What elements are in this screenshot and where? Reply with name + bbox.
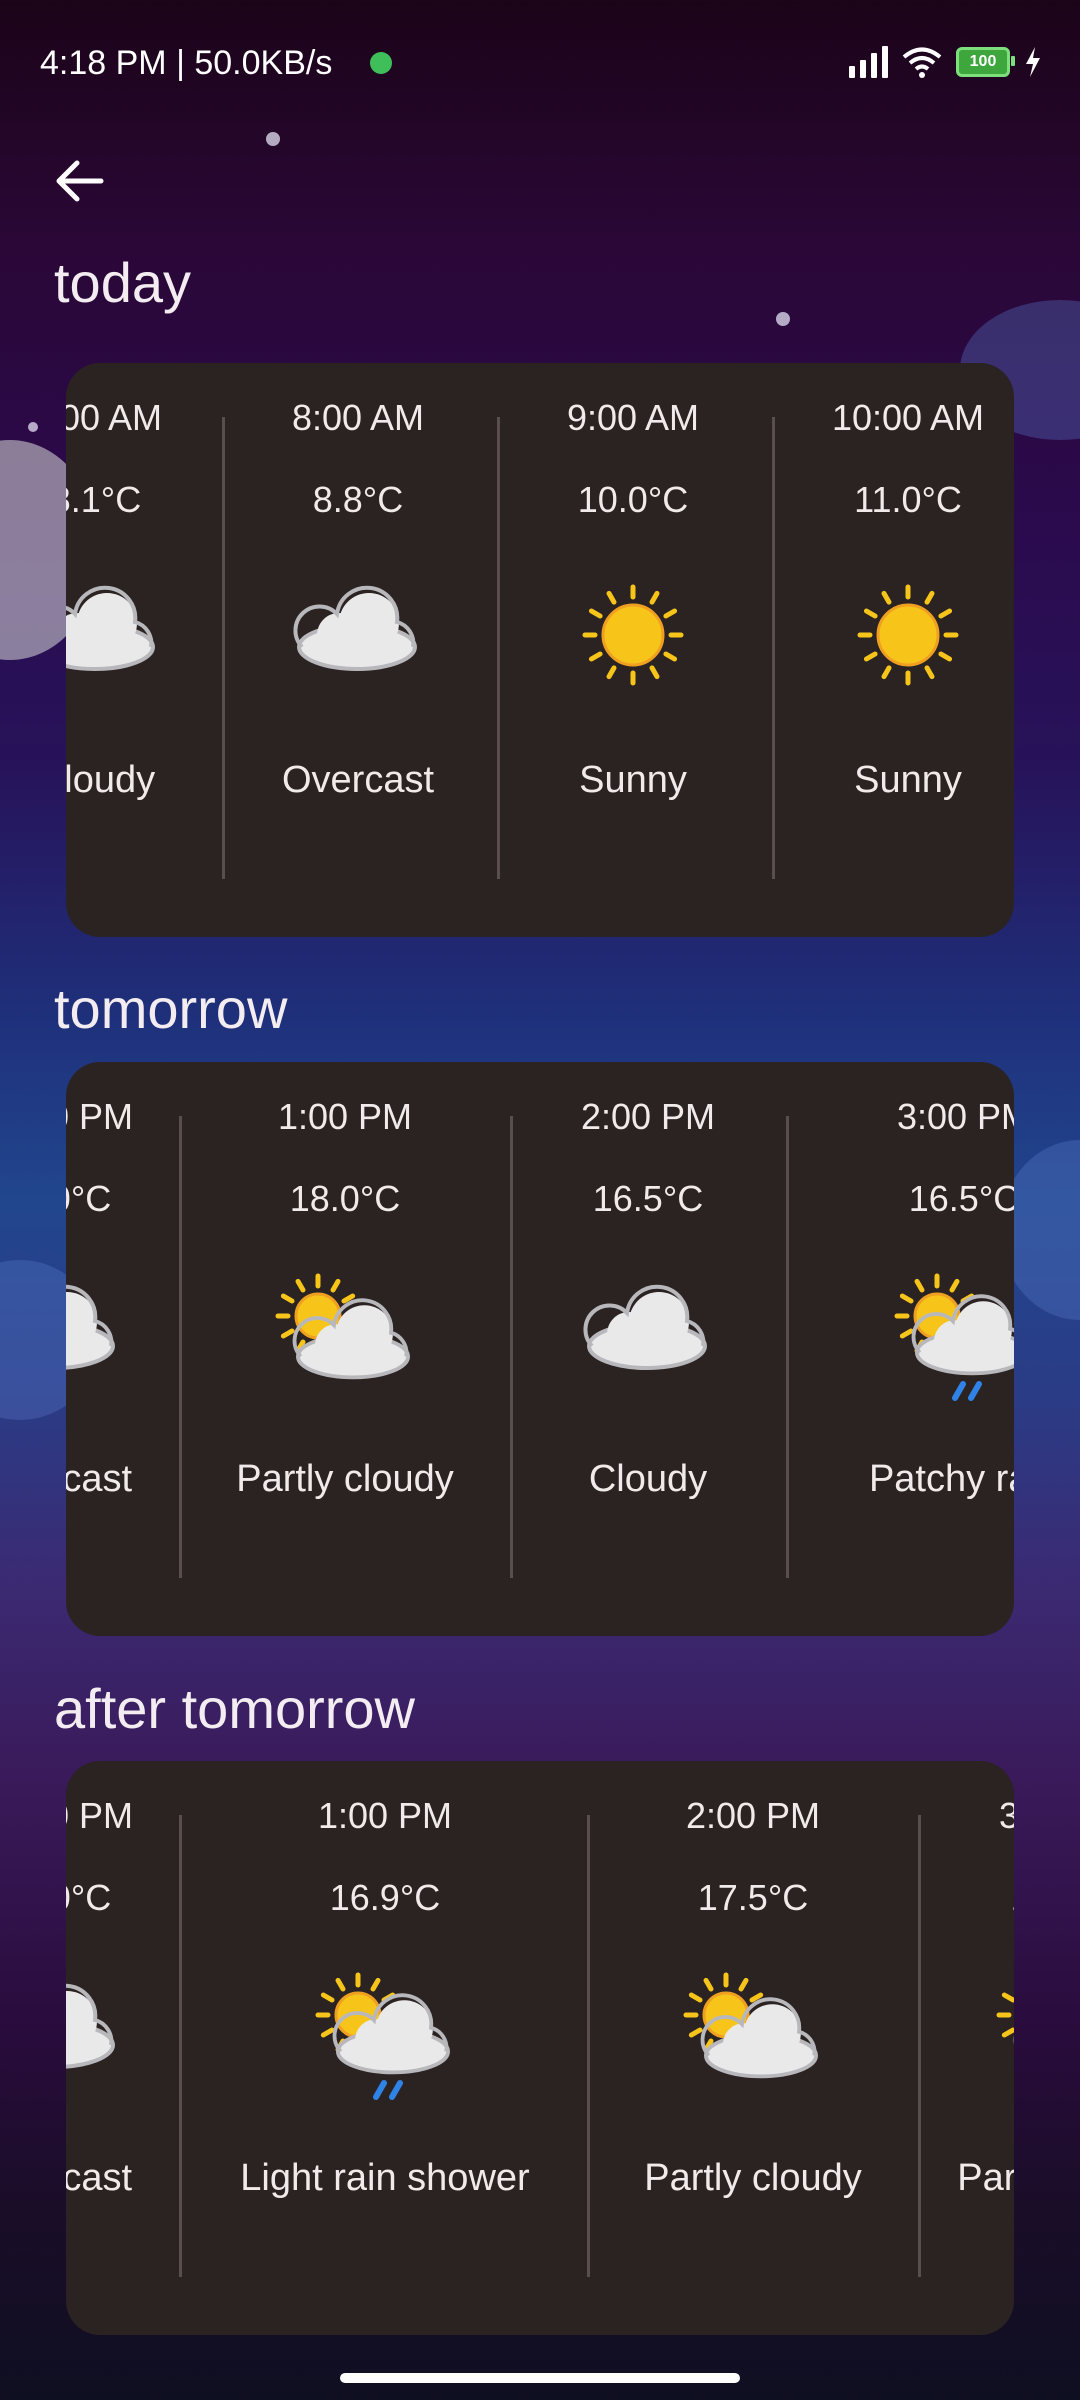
weather-icon [991, 1971, 1014, 2101]
notification-dot-icon [370, 52, 392, 74]
hourly-slot: 3:00 PM 17.8°C Partly cloudy [866, 1761, 1014, 2335]
weather-icon [833, 573, 983, 703]
slot-condition: Sunny [854, 759, 962, 801]
slot-temperature: 10.0°C [577, 479, 689, 520]
weather-icon [66, 573, 171, 703]
slot-time: 1:00 PM [317, 1795, 453, 1836]
slot-condition: Partly cloudy [236, 1458, 454, 1500]
slot-time: 12:00 PM [66, 1795, 134, 1836]
sun-cloud-icon [996, 1992, 1014, 2044]
cloud-icon [66, 1983, 115, 2069]
slot-temperature: 16.9°C [329, 1877, 441, 1918]
charging-icon [1026, 47, 1040, 77]
hourly-slot: 1:00 PM 16.9°C Light rain shower [185, 1761, 585, 2335]
slot-temperature: 16.5°C [908, 1178, 1014, 1219]
slot-divider [772, 417, 775, 879]
sun-cloud-rain-icon [315, 1972, 451, 2100]
slot-condition: Overcast [66, 2157, 133, 2199]
slot-condition: Sunny [579, 759, 687, 801]
section-heading-today: today [54, 251, 191, 314]
hourly-card-today[interactable]: 7:00 AM 8.1°C Cloudy 8:00 AM 8.8°C Overc… [66, 363, 1014, 937]
slot-divider [497, 417, 500, 879]
slot-temperature: 17.8°C [1011, 1877, 1014, 1919]
weather-icon [270, 1272, 420, 1402]
sun-cloud-icon [275, 1273, 411, 1380]
weather-icon [283, 573, 433, 703]
slot-temperature: 8.1°C [66, 479, 142, 520]
slot-divider [918, 1815, 921, 2277]
slot-temperature: 8.8°C [312, 479, 404, 520]
slot-temperature: 17.0°C [66, 1178, 112, 1219]
slot-time: 2:00 PM [685, 1795, 821, 1836]
sun-icon [857, 584, 959, 686]
hourly-card-after-tomorrow[interactable]: 12:00 PM 16.0°C Overcast 1:00 PM 16.9°C … [66, 1761, 1014, 2335]
arrow-left-icon [56, 160, 104, 202]
slot-condition: Patchy rain [868, 1458, 1014, 1500]
weather-icon [889, 1272, 1014, 1402]
cloud-icon [66, 1284, 115, 1370]
hourly-card-tomorrow[interactable]: 12:00 PM 17.0°C Overcast 1:00 PM 18.0°C … [66, 1062, 1014, 1636]
slot-time: 10:00 AM [831, 397, 985, 438]
weather-icon [558, 573, 708, 703]
cloud-icon [66, 585, 155, 671]
status-bar: 4:18 PM | 50.0KB/s 100 [0, 0, 1080, 130]
status-time: 4:18 PM | 50.0KB/s [40, 44, 333, 82]
weather-icon [310, 1971, 460, 2101]
status-icons: 100 [849, 46, 1042, 78]
slot-temperature: 18.0°C [289, 1178, 401, 1219]
hourly-slot: 10:00 AM 11.0°C Sunny [708, 363, 1014, 937]
slot-divider [222, 417, 225, 879]
slot-time: 9:00 AM [566, 397, 700, 438]
weather-icon [66, 1971, 131, 2101]
slot-time: 3:00 PM [896, 1096, 1014, 1137]
slot-condition: Partly cloudy [957, 2157, 1014, 2199]
slot-temperature: 11.0°C [854, 479, 962, 520]
slot-temperature: 16.0°C [66, 1877, 112, 1918]
slot-time: 2:00 PM [580, 1096, 716, 1137]
slot-condition: Cloudy [588, 1458, 708, 1500]
slot-divider [587, 1815, 590, 2277]
slot-temperature: 17.5°C [697, 1877, 809, 1918]
slot-condition: Light rain shower [240, 2157, 530, 2199]
hourly-slot: 3:00 PM 16.5°C Patchy rain [764, 1062, 1014, 1636]
weather-icon [573, 1272, 723, 1402]
battery-icon: 100 [956, 47, 1015, 77]
slot-time: 12:00 PM [66, 1096, 134, 1137]
slot-condition: Cloudy [66, 759, 156, 801]
section-heading-tomorrow: tomorrow [54, 977, 288, 1040]
slot-condition: Overcast [281, 759, 435, 801]
slot-condition: Overcast [66, 1458, 133, 1500]
slot-divider [786, 1116, 789, 1578]
slot-time: 3:00 PM [998, 1795, 1014, 1836]
weather-icon [66, 1272, 131, 1402]
slot-time: 1:00 PM [277, 1096, 413, 1137]
sun-cloud-icon [683, 1972, 819, 2079]
slot-temperature: 16.5°C [592, 1178, 704, 1219]
slot-condition: Partly cloudy [644, 2157, 862, 2199]
slot-divider [179, 1116, 182, 1578]
slot-divider [179, 1815, 182, 2277]
wifi-icon [902, 47, 942, 78]
home-indicator[interactable] [340, 2373, 740, 2383]
slot-time: 8:00 AM [291, 397, 425, 438]
back-button[interactable] [44, 146, 114, 216]
sun-icon [582, 584, 684, 686]
sun-cloud-rain-icon [894, 1273, 1014, 1401]
slot-divider [510, 1116, 513, 1578]
cloud-icon [293, 585, 417, 671]
cloud-icon [583, 1284, 707, 1370]
slot-time: 7:00 AM [66, 397, 163, 438]
signal-icon [849, 46, 888, 78]
section-heading-after-tomorrow: after tomorrow [54, 1677, 415, 1740]
weather-icon [678, 1971, 828, 2101]
